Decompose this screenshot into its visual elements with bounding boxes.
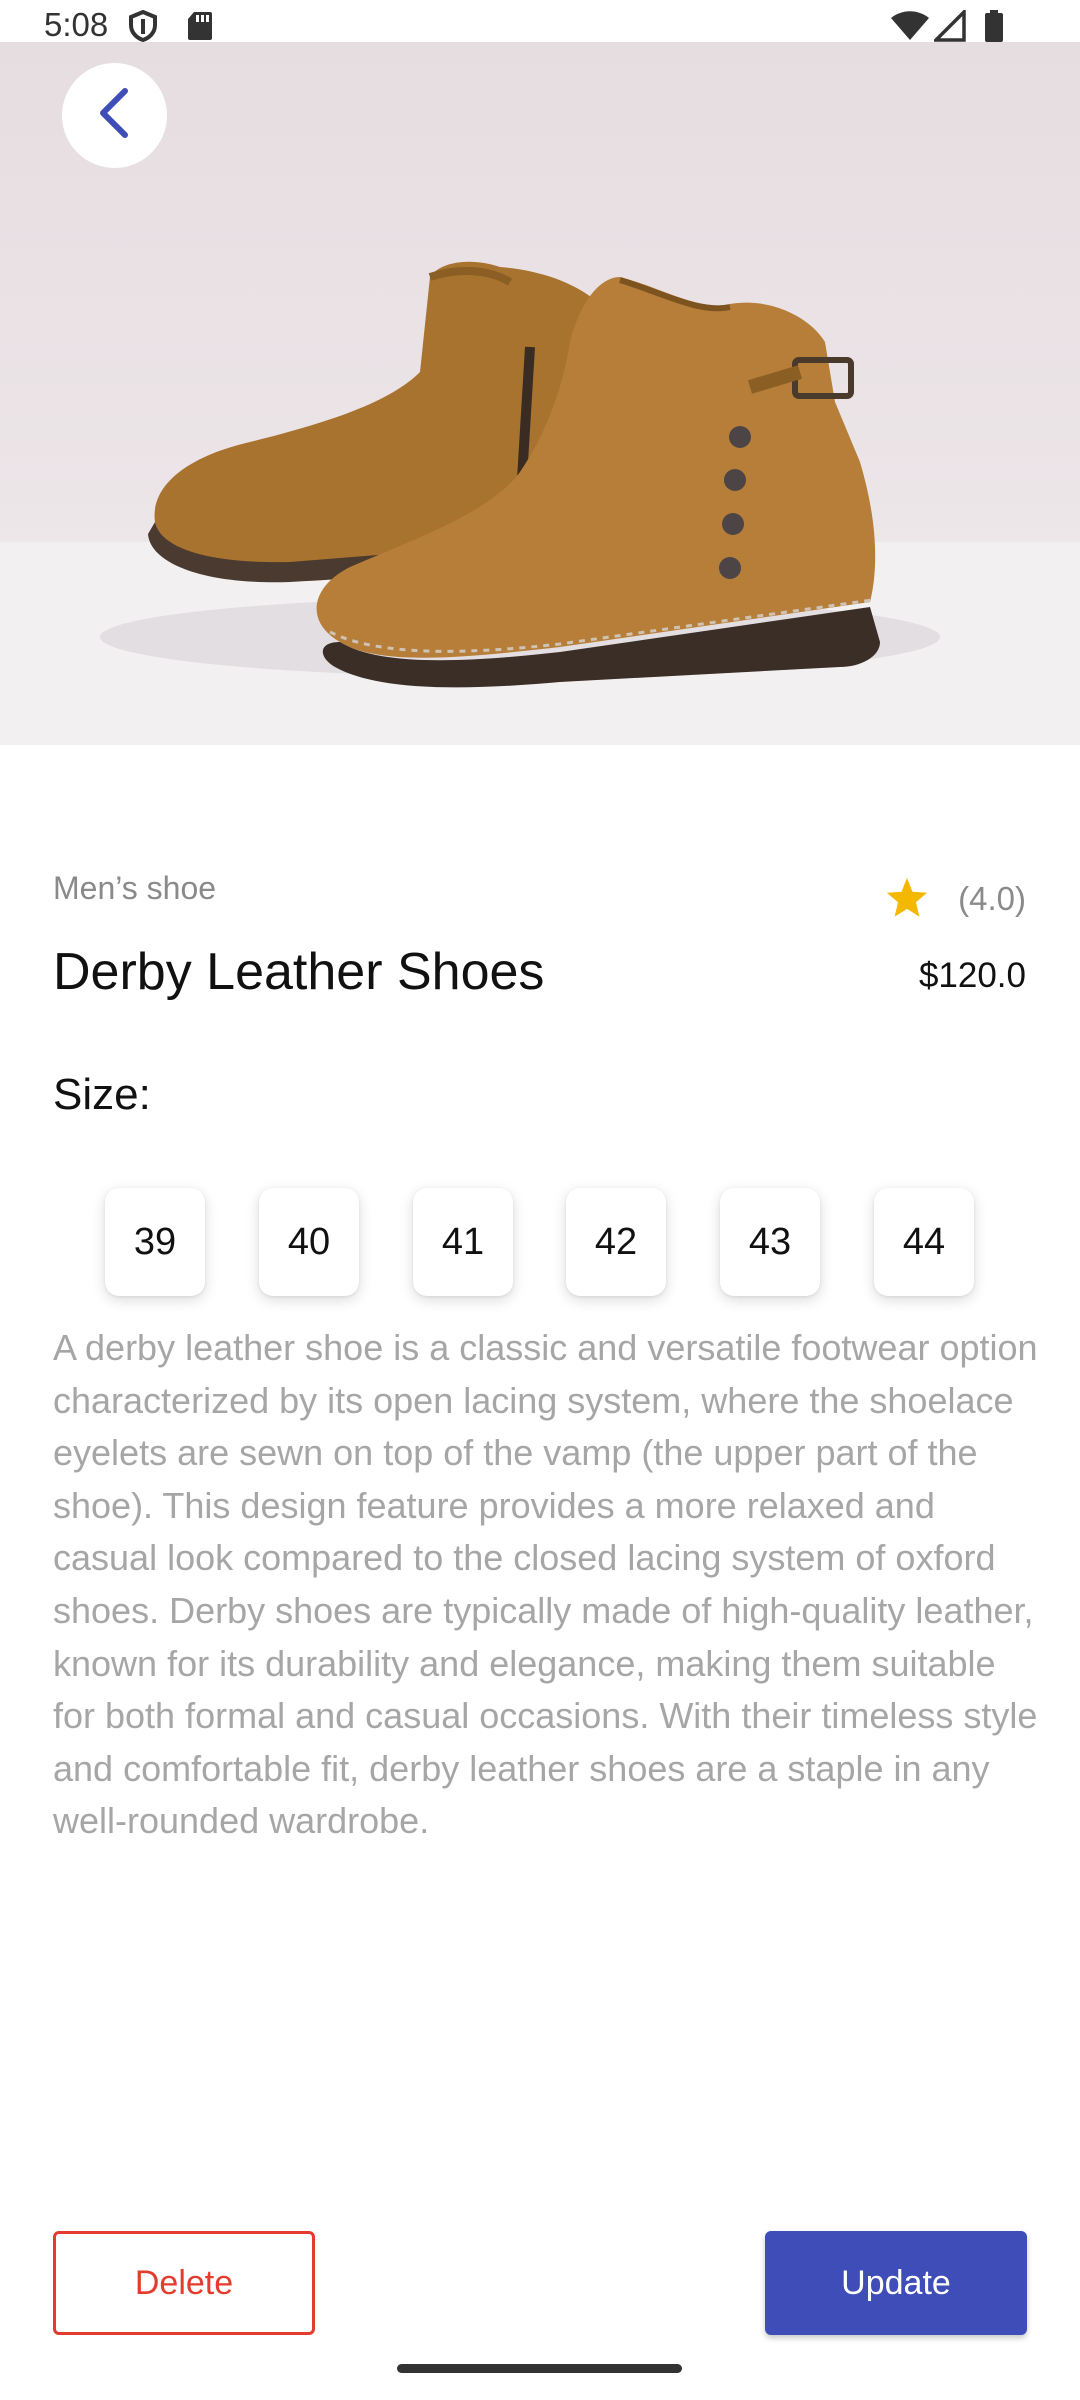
sd-card-icon [186, 10, 214, 47]
status-bar: 5:08 [0, 0, 1080, 43]
product-category: Men’s shoe [53, 870, 217, 906]
size-option-39[interactable]: 39 [105, 1188, 205, 1296]
size-option-41[interactable]: 41 [413, 1188, 513, 1296]
product-description: A derby leather shoe is a classic and ve… [53, 1327, 1038, 1842]
update-button[interactable]: Update [765, 2231, 1027, 2335]
battery-icon [984, 10, 1004, 47]
wifi-icon [890, 10, 930, 47]
delete-button[interactable]: Delete [53, 2231, 315, 2335]
shield-icon [128, 9, 158, 47]
size-option-44[interactable]: 44 [874, 1188, 974, 1296]
size-option-43[interactable]: 43 [720, 1188, 820, 1296]
size-option-42[interactable]: 42 [566, 1188, 666, 1296]
product-title: Derby Leather Shoes [53, 943, 545, 1001]
size-label: Size: [53, 1070, 151, 1119]
size-option-40[interactable]: 40 [259, 1188, 359, 1296]
chevron-left-icon [95, 87, 135, 144]
back-button[interactable] [62, 63, 167, 168]
cell-signal-icon [931, 7, 966, 47]
product-price: $120.0 [918, 956, 1026, 995]
rating-value: (4.0) [958, 880, 1026, 917]
product-image [0, 42, 1080, 745]
home-indicator[interactable] [397, 2364, 682, 2373]
star-icon [885, 876, 929, 923]
status-time: 5:08 [44, 6, 109, 43]
